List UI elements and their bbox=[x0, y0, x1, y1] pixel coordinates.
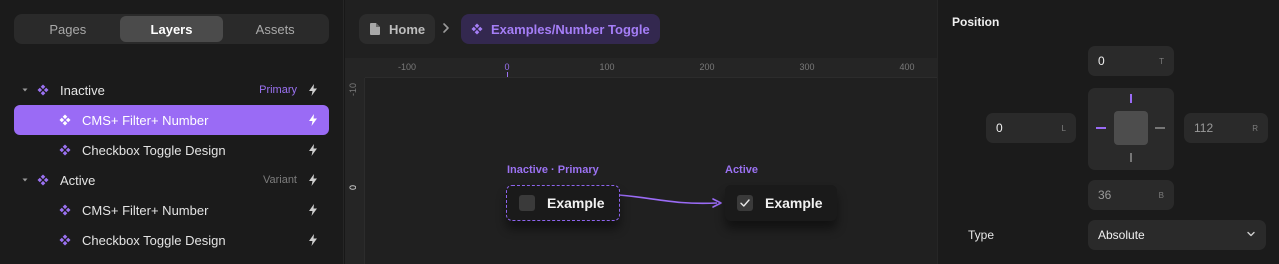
variant-tag: Variant bbox=[262, 174, 297, 186]
layer-label: Active bbox=[60, 172, 96, 188]
tab-assets[interactable]: Assets bbox=[223, 16, 327, 42]
component-icon bbox=[58, 233, 72, 247]
lightning-icon[interactable] bbox=[305, 142, 321, 158]
lightning-icon[interactable] bbox=[305, 202, 321, 218]
type-label: Type bbox=[968, 228, 995, 242]
component-icon bbox=[58, 203, 72, 217]
layer-label: Checkbox Toggle Design bbox=[82, 142, 226, 158]
frame-text: Example bbox=[547, 195, 605, 211]
position-left-suffix: L bbox=[1061, 123, 1066, 133]
section-title-position: Position bbox=[952, 15, 1000, 29]
position-right-value: 112 bbox=[1194, 121, 1214, 135]
chevron-down-icon[interactable] bbox=[14, 86, 36, 94]
position-right-input[interactable]: 112 R bbox=[1184, 113, 1268, 143]
position-type-value: Absolute bbox=[1098, 228, 1145, 242]
lightning-icon[interactable] bbox=[305, 172, 321, 188]
component-icon bbox=[58, 113, 72, 127]
layer-row-inactive[interactable]: Inactive Primary bbox=[14, 75, 329, 105]
checkbox-empty-icon bbox=[519, 195, 535, 211]
layer-row-checkbox-toggle-design[interactable]: Checkbox Toggle Design bbox=[14, 225, 329, 255]
layer-label: CMS+ Filter+ Number bbox=[82, 202, 209, 218]
layer-row-cms-filter-number[interactable]: CMS+ Filter+ Number bbox=[14, 105, 329, 135]
layer-row-cms-filter-number[interactable]: CMS+ Filter+ Number bbox=[14, 195, 329, 225]
pin-diagram bbox=[1096, 94, 1165, 162]
component-icon bbox=[58, 143, 72, 157]
position-bottom-input[interactable]: 36 B bbox=[1088, 180, 1174, 210]
component-icon bbox=[36, 83, 50, 97]
layer-tree: Inactive Primary CMS+ Filter+ Number Che… bbox=[14, 75, 329, 255]
position-bottom-suffix: B bbox=[1158, 190, 1164, 200]
checkbox-checked-icon bbox=[737, 195, 753, 211]
tab-pages[interactable]: Pages bbox=[16, 16, 120, 42]
layer-row-active[interactable]: Active Variant bbox=[14, 165, 329, 195]
position-left-input[interactable]: 0 L bbox=[986, 113, 1076, 143]
canvas[interactable]: Home Examples/Number Toggle -100 0 100 2… bbox=[345, 0, 937, 264]
component-frame-active[interactable]: Example bbox=[725, 185, 837, 221]
component-frame-inactive[interactable]: Example bbox=[506, 185, 620, 221]
properties-panel: Position 0 T 0 L 112 R 36 B Type Absolut… bbox=[937, 0, 1279, 264]
component-icon bbox=[36, 173, 50, 187]
position-bottom-value: 36 bbox=[1098, 188, 1112, 202]
chevron-down-icon bbox=[1246, 228, 1256, 242]
layer-label: Inactive bbox=[60, 82, 105, 98]
chevron-down-icon[interactable] bbox=[14, 176, 36, 184]
position-top-suffix: T bbox=[1159, 56, 1164, 66]
variant-tag: Primary bbox=[259, 84, 297, 96]
panel-tabs: Pages Layers Assets bbox=[14, 14, 329, 44]
lightning-icon[interactable] bbox=[305, 82, 321, 98]
position-type-select[interactable]: Absolute bbox=[1088, 220, 1266, 250]
lightning-icon[interactable] bbox=[305, 232, 321, 248]
layer-row-checkbox-toggle-design[interactable]: Checkbox Toggle Design bbox=[14, 135, 329, 165]
position-top-input[interactable]: 0 T bbox=[1088, 46, 1174, 76]
position-left-value: 0 bbox=[996, 121, 1003, 135]
pin-control[interactable] bbox=[1088, 88, 1174, 170]
position-right-suffix: R bbox=[1252, 123, 1258, 133]
position-top-value: 0 bbox=[1098, 54, 1105, 68]
tab-layers[interactable]: Layers bbox=[119, 16, 224, 42]
layer-label: CMS+ Filter+ Number bbox=[82, 112, 209, 128]
prototype-connection bbox=[618, 194, 722, 208]
layers-panel: Pages Layers Assets Inactive Primary CMS… bbox=[0, 0, 344, 264]
layer-label: Checkbox Toggle Design bbox=[82, 232, 226, 248]
lightning-icon[interactable] bbox=[305, 112, 321, 128]
frame-text: Example bbox=[765, 195, 823, 211]
